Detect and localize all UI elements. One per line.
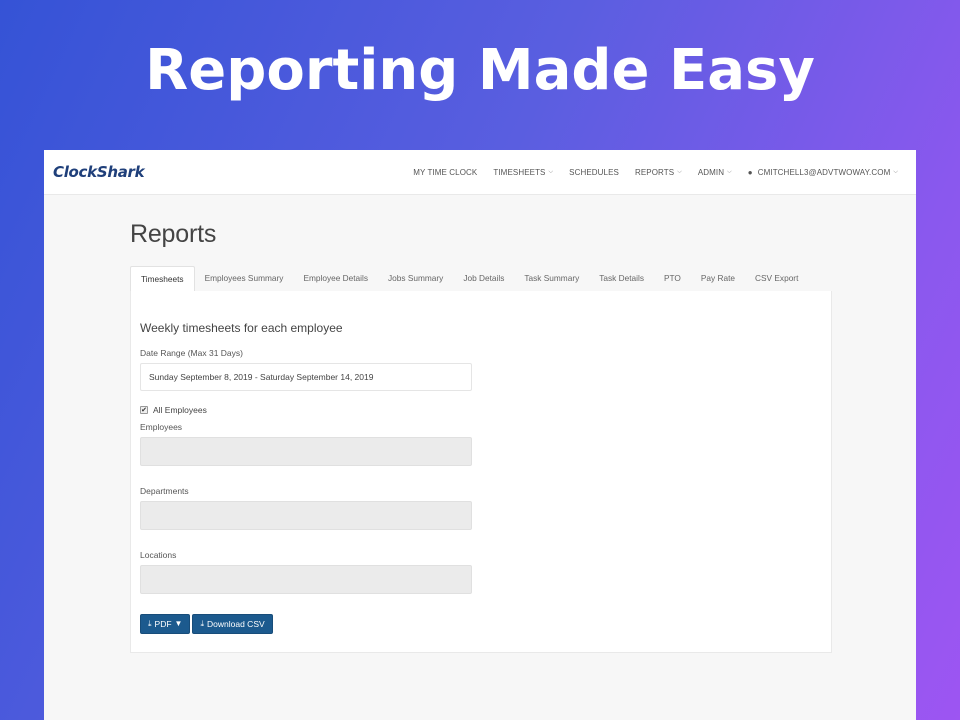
tab-job-details[interactable]: Job Details [453, 266, 514, 291]
nav-label: SCHEDULES [569, 167, 619, 177]
nav-user-menu[interactable]: ● CMITCHELL3@ADVTWOWAY.COM ⌵ [748, 168, 898, 177]
chevron-down-icon: ⌵ [677, 168, 682, 175]
export-buttons: ⤓ PDF ▼ ⤓ Download CSV [140, 614, 822, 634]
tab-task-details[interactable]: Task Details [589, 266, 654, 291]
pdf-button[interactable]: ⤓ PDF ▼ [140, 614, 191, 634]
user-icon: ● [747, 167, 753, 177]
employees-label: Employees [140, 422, 183, 432]
panel-heading: Weekly timesheets for each employee [140, 321, 343, 335]
locations-label: Locations [140, 550, 177, 560]
date-range-input[interactable]: Sunday September 8, 2019 - Saturday Sept… [140, 363, 472, 391]
nav-schedules[interactable]: SCHEDULES [569, 168, 619, 177]
hero-title: Reporting Made Easy [145, 38, 815, 103]
departments-label: Departments [140, 486, 189, 496]
nav-timesheets[interactable]: TIMESHEETS ⌵ [493, 168, 553, 177]
locations-select[interactable] [140, 565, 472, 594]
chevron-down-icon: ⌵ [727, 168, 732, 175]
chevron-down-icon: ⌵ [893, 168, 898, 175]
nav-label: TIMESHEETS [493, 167, 546, 177]
report-panel: Weekly timesheets for each employee Date… [130, 291, 832, 653]
tab-jobs-summary[interactable]: Jobs Summary [378, 266, 453, 291]
page-title: Reports [130, 220, 217, 248]
nav-my-time-clock[interactable]: MY TIME CLOCK [413, 168, 477, 177]
clockshark-logo[interactable]: ClockShark [53, 163, 145, 181]
download-csv-button[interactable]: ⤓ Download CSV [192, 614, 273, 634]
main-content: Reports Timesheets Employees Summary Emp… [130, 220, 832, 653]
report-tabs: Timesheets Employees Summary Employee De… [130, 266, 832, 291]
all-employees-checkbox[interactable]: ✔ [140, 406, 148, 414]
nav-label: ADMIN [697, 167, 725, 177]
nav-reports[interactable]: REPORTS ⌵ [635, 168, 682, 177]
all-employees-row: ✔ All Employees [140, 405, 822, 415]
navbar: ClockShark MY TIME CLOCK TIMESHEETS ⌵ SC… [44, 150, 916, 195]
chevron-down-icon: ▼ [174, 619, 183, 628]
nav-menu: MY TIME CLOCK TIMESHEETS ⌵ SCHEDULES REP… [397, 168, 898, 177]
tab-timesheets[interactable]: Timesheets [130, 266, 195, 291]
user-email: CMITCHELL3@ADVTWOWAY.COM [757, 167, 891, 177]
app-window: ClockShark MY TIME CLOCK TIMESHEETS ⌵ SC… [44, 150, 916, 720]
tab-pto[interactable]: PTO [654, 266, 691, 291]
tab-pay-rate[interactable]: Pay Rate [691, 266, 745, 291]
chevron-down-icon: ⌵ [548, 168, 554, 175]
download-icon: ⤓ [200, 619, 205, 628]
nav-label: REPORTS [634, 167, 675, 177]
departments-select[interactable] [140, 501, 472, 530]
pdf-button-label: PDF [154, 619, 172, 629]
tab-csv-export[interactable]: CSV Export [745, 266, 808, 291]
nav-label: MY TIME CLOCK [413, 167, 478, 177]
date-range-label: Date Range (Max 31 Days) [140, 348, 243, 358]
employees-select[interactable] [140, 437, 472, 466]
download-csv-label: Download CSV [207, 619, 265, 629]
all-employees-label: All Employees [153, 405, 207, 415]
nav-admin[interactable]: ADMIN ⌵ [698, 168, 732, 177]
tab-employees-summary[interactable]: Employees Summary [195, 266, 294, 291]
download-icon: ⤓ [148, 619, 152, 628]
tab-employee-details[interactable]: Employee Details [293, 266, 378, 291]
tab-task-summary[interactable]: Task Summary [514, 266, 589, 291]
